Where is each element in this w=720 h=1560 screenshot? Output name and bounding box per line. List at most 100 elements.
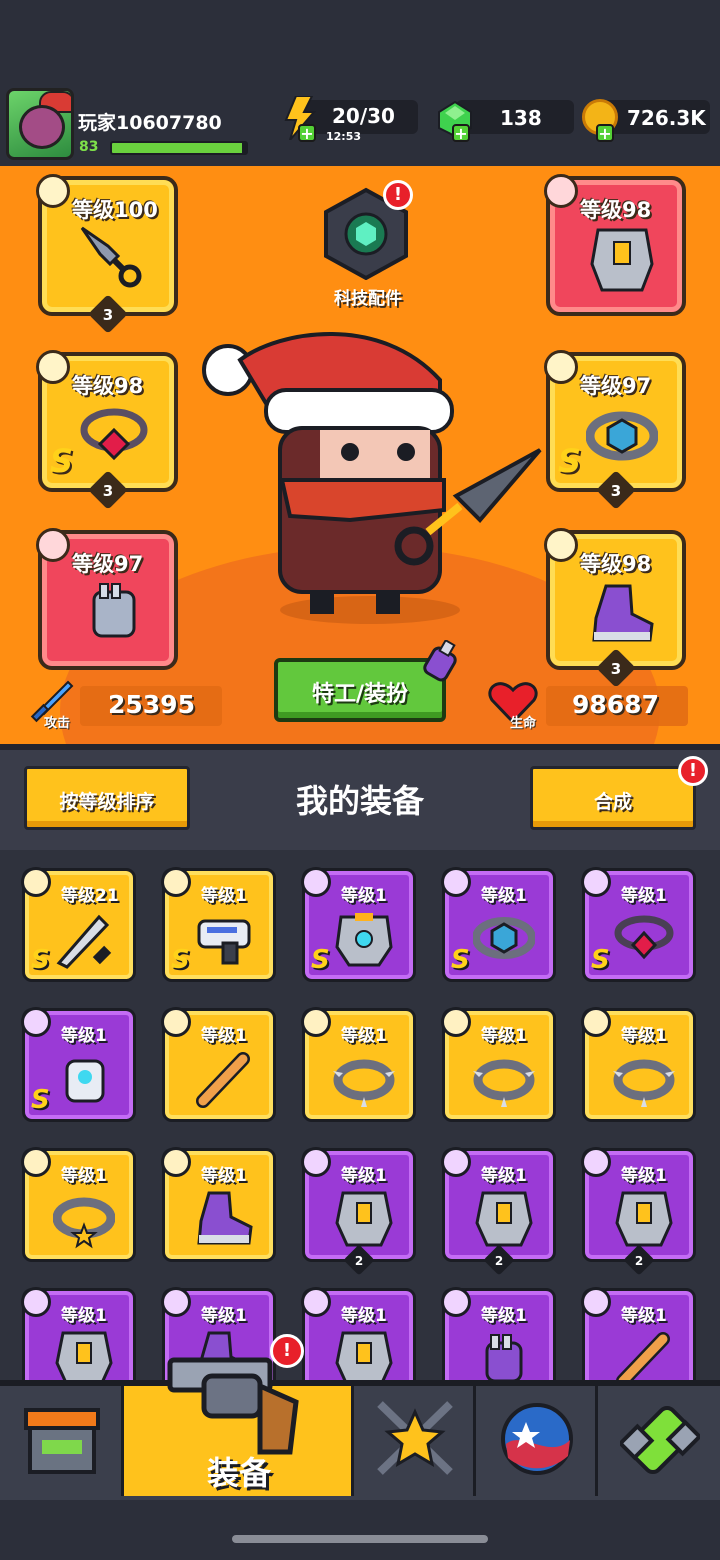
inventory-grid: 等级21 S 等级1 S 等级1 S 等级1 S 等级1 S 等级1 S 等级1 等级1 等级1 等级1 等级1… [0,850,720,1380]
hex-belt-icon [586,411,658,461]
inventory-title: 我的装备 [295,782,424,820]
hp-value: 98687 [572,690,659,719]
attack-label: 攻击 [44,716,71,731]
nav-tab-challenge[interactable] [354,1386,476,1496]
system-bar [0,1500,720,1560]
necklace-slot[interactable]: 等级98 S 3 [36,350,178,510]
inventory-item[interactable]: 等级1 S [441,867,556,982]
item-type-icon [441,1287,471,1317]
inventory-item[interactable]: 等级1 [161,1007,276,1122]
item-type-icon [21,867,51,897]
merge-button[interactable]: 合成 [530,766,696,830]
energy-value: 20/30 [332,104,395,128]
inventory-item[interactable]: 等级1 S [301,867,416,982]
necklace-stars: 3 [102,482,114,500]
add-gems-icon[interactable]: + [452,124,470,142]
sword-icon [56,914,112,969]
spiked-collar-icon [333,1059,395,1107]
weapon-level: 等级100 [72,198,158,222]
inventory-item[interactable]: 等级21 S [21,867,136,982]
sneaker-icon [197,1191,253,1245]
nav-tab-gene[interactable] [598,1386,720,1496]
xp-fill [112,143,242,153]
armor-vest-icon [55,1331,113,1380]
sort-by-level-button[interactable]: 按等级排序 [24,766,190,830]
item-level: 等级1 [341,1026,387,1046]
item-type-icon [581,867,611,897]
inventory-item[interactable]: 等级1 [301,1287,416,1380]
item-type-icon [441,1147,471,1177]
add-coins-icon[interactable]: + [596,124,614,142]
spiked-collar-icon [613,1059,675,1107]
armor-vest-icon [335,1331,393,1380]
weapon-stars: 3 [102,306,114,324]
player-name: 玩家10607780 [78,112,222,134]
agent-outfit-label: 特工/装扮 [311,682,409,707]
belt-slot[interactable]: 等级97 S 3 [544,350,686,510]
item-type-icon [21,1007,51,1037]
item-level: 等级1 [621,1306,667,1326]
armor-vest-icon [475,1191,533,1247]
inventory-item[interactable]: 等级1 [21,1287,136,1380]
equipment-alert-icon: ! [270,1334,304,1368]
inventory-item[interactable]: 等级1 [21,1147,136,1262]
inventory-item[interactable]: 等级1 [581,1007,696,1122]
inventory-item[interactable]: 等级1 2 [441,1147,556,1276]
gloves-slot[interactable]: 等级97 [36,528,178,670]
item-type-icon [301,1147,331,1177]
chain-necklace-icon [80,408,148,461]
item-type-icon [21,1147,51,1177]
boots-slot[interactable]: 等级98 3 [544,528,686,688]
item-type-icon [301,1007,331,1037]
inventory-item[interactable]: 等级1 S [581,867,696,982]
inventory-item[interactable]: 等级1 [161,1147,276,1262]
item-type-icon [441,867,471,897]
item-stars: 2 [354,1254,364,1268]
inventory-item[interactable]: 等级1 [441,1287,556,1380]
add-energy-icon[interactable]: + [298,124,316,142]
inventory-item[interactable]: 等级1 S [21,1007,136,1122]
inventory-item[interactable]: 等级1 [581,1287,696,1380]
weapon-slot[interactable]: 等级100 3 [36,174,178,334]
item-type-icon [161,1007,191,1037]
coin-value: 726.3K [627,106,706,130]
item-type-icon [581,1287,611,1317]
item-type-icon [581,1147,611,1177]
item-type-icon [161,867,191,897]
nav-tab-orb[interactable] [476,1386,598,1496]
item-level: 等级1 [341,886,387,906]
inventory-item[interactable]: 等级1 2 [301,1147,416,1276]
armor-type-icon [544,174,578,208]
gem-value: 138 [500,106,542,130]
item-type-icon [161,1287,191,1317]
item-level: 等级1 [201,1166,247,1186]
item-level: 等级1 [201,1306,247,1326]
item-type-icon [301,867,331,897]
inventory-item[interactable]: 等级1 S [161,867,276,982]
hero-character[interactable] [200,320,560,630]
item-level: 等级1 [61,1166,107,1186]
item-level: 等级1 [201,1026,247,1046]
inventory-item[interactable]: 等级1 2 [581,1147,696,1276]
armor-slot[interactable]: 等级98 [544,174,686,316]
inventory-item[interactable]: 等级1 [441,1007,556,1122]
boots-stars: 3 [610,660,622,678]
inventory-item[interactable]: 等级1 [301,1007,416,1122]
tech-parts-label: 科技配件 [334,289,402,309]
kunai-icon [80,226,142,288]
nav-tab-shop[interactable] [0,1386,124,1496]
item-rank: S [311,945,330,975]
item-level: 等级1 [481,1026,527,1046]
energy-timer: 12:53 [326,130,362,143]
mech-gauntlet-icon [65,1059,105,1103]
item-stars: 2 [494,1254,504,1268]
weapon-type-icon [36,174,70,208]
spiked-collar-icon [473,1059,535,1107]
armor-vest-icon [590,228,654,292]
home-indicator[interactable] [232,1535,488,1543]
xp-bar [110,141,248,155]
blaster-icon [197,919,251,965]
orb-icon [501,1403,573,1475]
necklace-rank: S [50,442,74,480]
player-avatar[interactable] [6,88,74,160]
